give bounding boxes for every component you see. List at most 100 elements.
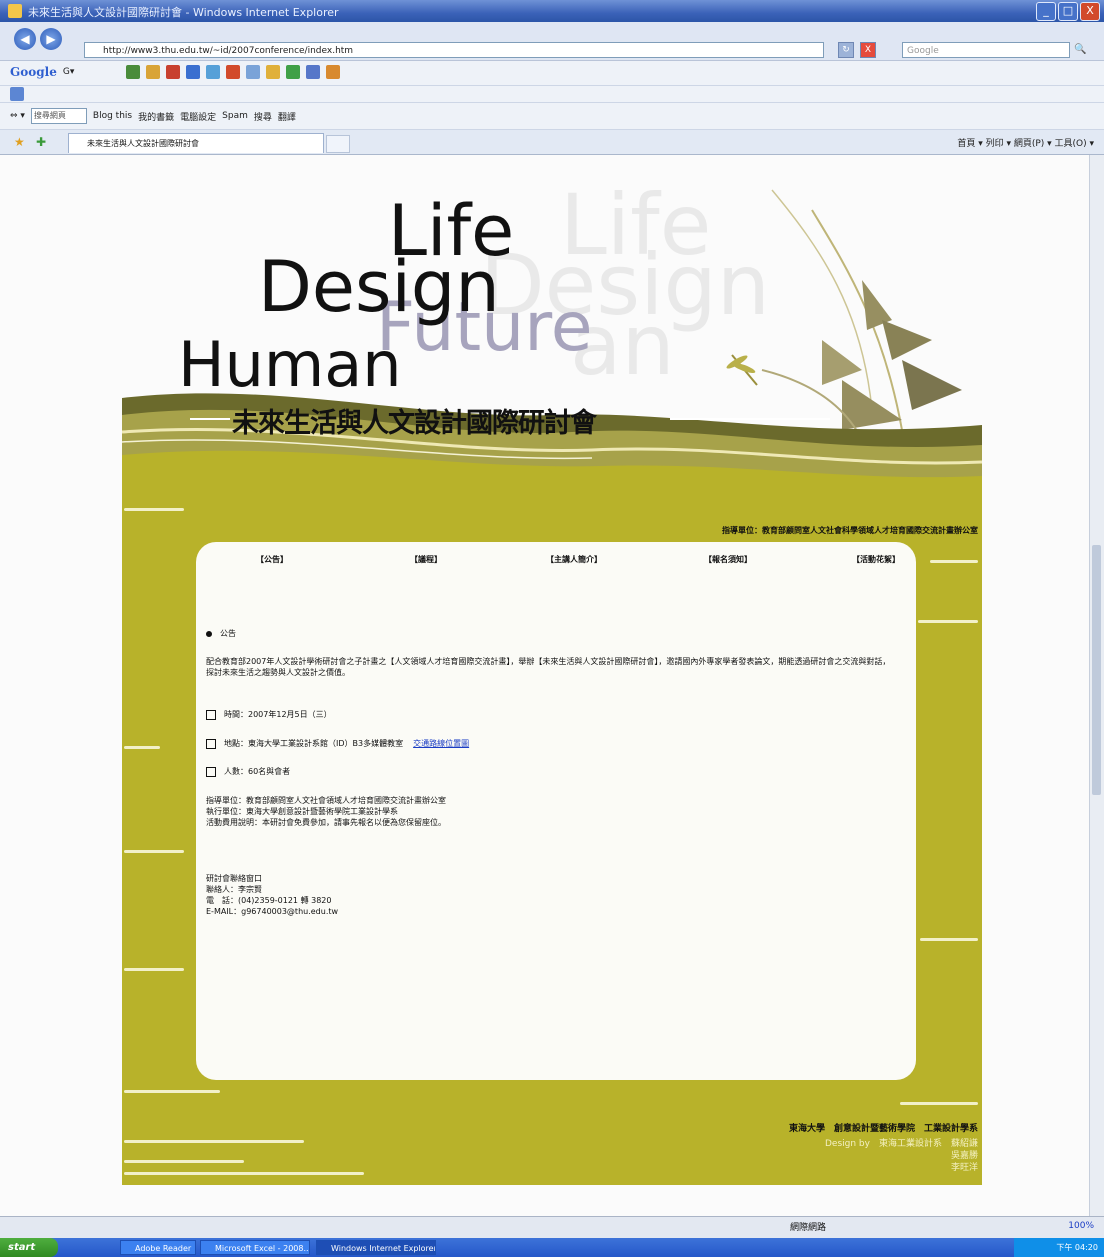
designer-name: 吳嘉勝	[950, 1151, 978, 1161]
info-executor: 執行單位：東海大學創意設計暨藝術學院工業設計學系	[206, 807, 398, 816]
toolbar-item[interactable]: 翻譯	[278, 110, 296, 123]
nav-link-highlights[interactable]: 【活動花絮】	[852, 554, 900, 565]
toolbar-icon[interactable]	[166, 65, 181, 79]
status-zone: 網際網路	[790, 1223, 827, 1233]
toolbar-icon[interactable]	[306, 65, 321, 79]
new-tab-button[interactable]	[326, 135, 350, 153]
divider	[190, 418, 230, 420]
nav-link-registration[interactable]: 【報名須知】	[704, 554, 752, 565]
toolbar-item[interactable]: Spam	[222, 111, 248, 121]
designer-name: 蘇紹謙	[950, 1139, 978, 1149]
window-controls: _ □ X	[1036, 2, 1100, 21]
decor-stripe	[124, 1140, 304, 1143]
toolbar-icon[interactable]	[10, 87, 24, 101]
taskbar-item[interactable]: Microsoft Excel - 2008...	[200, 1240, 310, 1255]
google-logo: Google	[10, 65, 57, 79]
status-bar: 網際網路 100%	[0, 1216, 1104, 1239]
google-toolbar: Google G▾	[0, 61, 1104, 86]
checkbox-icon	[206, 738, 216, 749]
maximize-button[interactable]: □	[1058, 2, 1078, 21]
links-toolbar	[0, 86, 1104, 103]
footer-credits: Design by 東海工業設計系 蘇紹謙 吳嘉勝 李旺洋	[825, 1138, 978, 1174]
window-title: 未來生活與人文設計國際研討會 - Windows Internet Explor…	[28, 6, 339, 19]
search-icon[interactable]: 🔍	[1074, 42, 1098, 58]
forward-button[interactable]: ▶	[40, 28, 62, 50]
info-time: 時間：2007年12月5日（三）	[206, 709, 896, 720]
toolbar-icon[interactable]	[206, 65, 221, 79]
info-place: 地點：東海大學工業設計系館（ID）B3多媒體教室 交通路線位置圖	[206, 738, 896, 749]
tab-bar: ★ ✚ 未來生活與人文設計國際研討會 首頁 ▾ 列印 ▾ 網頁(P) ▾ 工具(…	[0, 130, 1104, 155]
add-favorite-icon[interactable]: ✚	[36, 135, 46, 149]
bullet-icon	[206, 630, 212, 637]
taskbar-item-active[interactable]: Windows Internet Explorer	[316, 1240, 436, 1255]
contact-phone: 電 話：(04)2359-0121 轉 3820	[206, 896, 332, 905]
contact-title: 研討會聯絡窗口	[206, 874, 262, 883]
announcement-heading: 公告	[206, 628, 896, 639]
start-button[interactable]: start	[0, 1238, 58, 1257]
design-label: Design by 東海工業設計系	[824, 1139, 942, 1149]
bookmarks-toolbar: ⇔ ▾ 搜尋網頁 Blog this 我的書籤 電腦設定 Spam 搜尋 翻譯	[0, 103, 1104, 130]
conference-title: 未來生活與人文設計國際研討會	[232, 408, 597, 439]
vertical-scrollbar[interactable]	[1089, 155, 1104, 1216]
info-organizer: 指導單位：教育部顧問室人文社會領域人才培育國際交流計畫辦公室	[206, 796, 446, 805]
decor-stripe	[930, 560, 978, 563]
window-title-bar: 未來生活與人文設計國際研討會 - Windows Internet Explor…	[0, 0, 1104, 22]
toolbar-icon[interactable]	[286, 65, 301, 79]
toolbar-icon[interactable]	[146, 65, 161, 79]
nav-link-announcement[interactable]: 【公告】	[256, 554, 288, 565]
decor-stripe	[900, 1102, 978, 1105]
scrollbar-thumb[interactable]	[1092, 545, 1101, 795]
taskbar-item[interactable]: Adobe Reader	[120, 1240, 196, 1255]
stop-icon[interactable]: X	[860, 42, 876, 58]
command-bar[interactable]: 首頁 ▾ 列印 ▾ 網頁(P) ▾ 工具(O) ▾	[957, 136, 1094, 149]
footer-organization: 東海大學 創意設計暨藝術學院 工業設計學系	[788, 1124, 978, 1134]
google-search-dropdown[interactable]: G▾	[63, 67, 75, 77]
designer-name: 李旺洋	[950, 1163, 978, 1173]
toolbar-item[interactable]: 搜尋	[254, 110, 272, 123]
info-people: 人數：60名與會者	[206, 766, 896, 777]
tab-active[interactable]: 未來生活與人文設計國際研討會	[68, 133, 324, 153]
toolbar-item[interactable]: 我的書籤	[138, 110, 174, 123]
toolbar-item[interactable]: Blog this	[93, 111, 132, 121]
map-link[interactable]: 交通路線位置圖	[413, 739, 469, 748]
decor-stripe	[124, 1172, 364, 1175]
header-word-human: Human	[178, 328, 402, 401]
dragonfly-icon	[726, 354, 758, 386]
close-button[interactable]: X	[1080, 2, 1100, 21]
search-input[interactable]: Google	[902, 42, 1070, 58]
decor-stripe	[124, 968, 184, 971]
decor-stripe	[124, 1090, 220, 1093]
back-button[interactable]: ◀	[14, 28, 36, 50]
toolbar-icon[interactable]	[326, 65, 341, 79]
decor-stripe	[124, 746, 160, 749]
checkbox-icon	[206, 766, 216, 777]
decor-stripe	[124, 850, 184, 853]
organizer-line: 指導單位：教育部顧問室人文社會科學領域人才培育國際交流計畫辦公室	[722, 526, 978, 535]
toolbar-icon[interactable]	[246, 65, 261, 79]
nav-link-agenda[interactable]: 【議程】	[410, 554, 442, 565]
refresh-icon[interactable]: ↻	[838, 42, 854, 58]
info-note: 活動費用說明：本研討會免費參加，請事先報名以便為您保留座位。	[206, 818, 446, 827]
system-tray: 下午 04:20	[1014, 1238, 1104, 1257]
toolbar-icon[interactable]	[126, 65, 141, 79]
gmail-icon[interactable]	[226, 65, 241, 79]
decor-stripe	[124, 1160, 244, 1163]
star-icon[interactable]	[266, 65, 281, 79]
url-input[interactable]: http://www3.thu.edu.tw/~id/2007conferenc…	[84, 42, 824, 58]
toolbar-item[interactable]: 電腦設定	[180, 110, 216, 123]
contact-email[interactable]: E-MAIL：g96740003@thu.edu.tw	[206, 906, 896, 917]
windows-taskbar: start Adobe Reader Microsoft Excel - 200…	[0, 1238, 1104, 1257]
ie-icon	[8, 4, 22, 18]
toolbar-icon[interactable]	[186, 65, 201, 79]
toolbar-search-input[interactable]: 搜尋網頁	[30, 108, 87, 124]
contact-person: 聯絡人：李宗賢	[206, 885, 262, 894]
announcement-body: 配合教育部2007年人文設計學術研討會之子計畫之【人文領域人才培育國際交流計畫】…	[206, 657, 891, 677]
zoom-level[interactable]: 100%	[1068, 1221, 1094, 1231]
divider	[670, 418, 830, 420]
minimize-button[interactable]: _	[1036, 2, 1056, 21]
header-word-design: Design	[258, 246, 500, 328]
checkbox-icon	[206, 709, 216, 720]
address-actions: ↻ X	[838, 42, 876, 58]
nav-link-speakers[interactable]: 【主講人簡介】	[546, 554, 602, 565]
favorites-star-icon[interactable]: ★	[14, 135, 25, 149]
